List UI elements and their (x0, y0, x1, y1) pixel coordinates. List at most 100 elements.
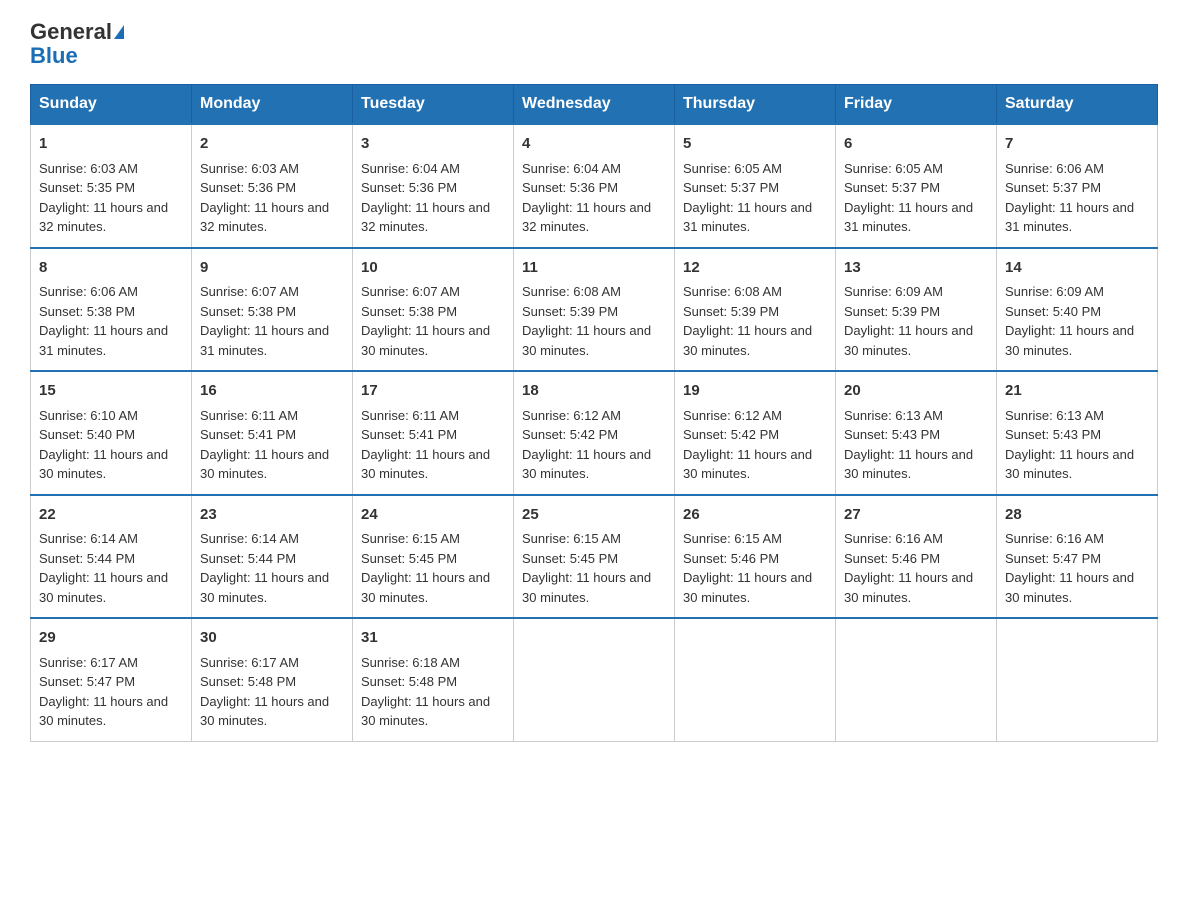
daylight-text: Daylight: 11 hours and 30 minutes. (361, 323, 490, 358)
day-number: 13 (844, 257, 988, 280)
daylight-text: Daylight: 11 hours and 30 minutes. (200, 694, 329, 729)
sunset-text: Sunset: 5:40 PM (39, 427, 135, 442)
day-cell-15: 15 Sunrise: 6:10 AM Sunset: 5:40 PM Dayl… (31, 371, 192, 495)
sunset-text: Sunset: 5:45 PM (522, 551, 618, 566)
weekday-header-friday: Friday (836, 85, 997, 125)
sunrise-text: Sunrise: 6:04 AM (522, 161, 621, 176)
day-cell-18: 18 Sunrise: 6:12 AM Sunset: 5:42 PM Dayl… (514, 371, 675, 495)
day-cell-5: 5 Sunrise: 6:05 AM Sunset: 5:37 PM Dayli… (675, 124, 836, 248)
day-number: 15 (39, 380, 183, 403)
sunrise-text: Sunrise: 6:17 AM (200, 655, 299, 670)
sunrise-text: Sunrise: 6:08 AM (683, 284, 782, 299)
week-row-1: 1 Sunrise: 6:03 AM Sunset: 5:35 PM Dayli… (31, 124, 1158, 248)
day-number: 6 (844, 133, 988, 156)
day-cell-17: 17 Sunrise: 6:11 AM Sunset: 5:41 PM Dayl… (353, 371, 514, 495)
sunrise-text: Sunrise: 6:14 AM (200, 531, 299, 546)
day-number: 25 (522, 504, 666, 527)
sunrise-text: Sunrise: 6:15 AM (522, 531, 621, 546)
empty-cell (836, 618, 997, 741)
daylight-text: Daylight: 11 hours and 30 minutes. (1005, 570, 1134, 605)
sunrise-text: Sunrise: 6:08 AM (522, 284, 621, 299)
day-cell-22: 22 Sunrise: 6:14 AM Sunset: 5:44 PM Dayl… (31, 495, 192, 619)
sunrise-text: Sunrise: 6:17 AM (39, 655, 138, 670)
sunset-text: Sunset: 5:38 PM (39, 304, 135, 319)
daylight-text: Daylight: 11 hours and 30 minutes. (361, 447, 490, 482)
empty-cell (997, 618, 1158, 741)
weekday-header-sunday: Sunday (31, 85, 192, 125)
sunrise-text: Sunrise: 6:14 AM (39, 531, 138, 546)
day-number: 9 (200, 257, 344, 280)
day-cell-14: 14 Sunrise: 6:09 AM Sunset: 5:40 PM Dayl… (997, 248, 1158, 372)
day-cell-31: 31 Sunrise: 6:18 AM Sunset: 5:48 PM Dayl… (353, 618, 514, 741)
weekday-header-thursday: Thursday (675, 85, 836, 125)
weekday-header-tuesday: Tuesday (353, 85, 514, 125)
sunset-text: Sunset: 5:37 PM (683, 180, 779, 195)
day-cell-4: 4 Sunrise: 6:04 AM Sunset: 5:36 PM Dayli… (514, 124, 675, 248)
sunset-text: Sunset: 5:45 PM (361, 551, 457, 566)
day-cell-24: 24 Sunrise: 6:15 AM Sunset: 5:45 PM Dayl… (353, 495, 514, 619)
sunrise-text: Sunrise: 6:07 AM (361, 284, 460, 299)
day-number: 2 (200, 133, 344, 156)
daylight-text: Daylight: 11 hours and 31 minutes. (1005, 200, 1134, 235)
sunset-text: Sunset: 5:39 PM (683, 304, 779, 319)
sunset-text: Sunset: 5:46 PM (683, 551, 779, 566)
sunrise-text: Sunrise: 6:06 AM (39, 284, 138, 299)
daylight-text: Daylight: 11 hours and 31 minutes. (683, 200, 812, 235)
daylight-text: Daylight: 11 hours and 30 minutes. (522, 570, 651, 605)
day-cell-29: 29 Sunrise: 6:17 AM Sunset: 5:47 PM Dayl… (31, 618, 192, 741)
daylight-text: Daylight: 11 hours and 30 minutes. (200, 447, 329, 482)
sunset-text: Sunset: 5:43 PM (1005, 427, 1101, 442)
day-cell-30: 30 Sunrise: 6:17 AM Sunset: 5:48 PM Dayl… (192, 618, 353, 741)
sunset-text: Sunset: 5:37 PM (1005, 180, 1101, 195)
day-number: 27 (844, 504, 988, 527)
day-number: 12 (683, 257, 827, 280)
sunrise-text: Sunrise: 6:16 AM (1005, 531, 1104, 546)
day-number: 31 (361, 627, 505, 650)
calendar-table: SundayMondayTuesdayWednesdayThursdayFrid… (30, 84, 1158, 742)
sunset-text: Sunset: 5:41 PM (361, 427, 457, 442)
logo-general-text: General (30, 20, 112, 44)
page-header: General Blue (30, 20, 1158, 68)
sunrise-text: Sunrise: 6:03 AM (200, 161, 299, 176)
logo: General Blue (30, 20, 124, 68)
day-number: 23 (200, 504, 344, 527)
daylight-text: Daylight: 11 hours and 32 minutes. (361, 200, 490, 235)
daylight-text: Daylight: 11 hours and 30 minutes. (39, 447, 168, 482)
day-number: 11 (522, 257, 666, 280)
daylight-text: Daylight: 11 hours and 30 minutes. (1005, 447, 1134, 482)
sunset-text: Sunset: 5:47 PM (1005, 551, 1101, 566)
day-number: 10 (361, 257, 505, 280)
daylight-text: Daylight: 11 hours and 30 minutes. (39, 694, 168, 729)
sunrise-text: Sunrise: 6:05 AM (683, 161, 782, 176)
day-number: 24 (361, 504, 505, 527)
week-row-2: 8 Sunrise: 6:06 AM Sunset: 5:38 PM Dayli… (31, 248, 1158, 372)
sunset-text: Sunset: 5:44 PM (39, 551, 135, 566)
day-cell-21: 21 Sunrise: 6:13 AM Sunset: 5:43 PM Dayl… (997, 371, 1158, 495)
day-cell-11: 11 Sunrise: 6:08 AM Sunset: 5:39 PM Dayl… (514, 248, 675, 372)
sunrise-text: Sunrise: 6:11 AM (361, 408, 459, 423)
daylight-text: Daylight: 11 hours and 31 minutes. (200, 323, 329, 358)
day-cell-2: 2 Sunrise: 6:03 AM Sunset: 5:36 PM Dayli… (192, 124, 353, 248)
sunset-text: Sunset: 5:43 PM (844, 427, 940, 442)
sunset-text: Sunset: 5:48 PM (200, 674, 296, 689)
sunrise-text: Sunrise: 6:05 AM (844, 161, 943, 176)
sunrise-text: Sunrise: 6:03 AM (39, 161, 138, 176)
daylight-text: Daylight: 11 hours and 30 minutes. (1005, 323, 1134, 358)
sunset-text: Sunset: 5:35 PM (39, 180, 135, 195)
daylight-text: Daylight: 11 hours and 30 minutes. (522, 447, 651, 482)
sunset-text: Sunset: 5:41 PM (200, 427, 296, 442)
sunset-text: Sunset: 5:39 PM (522, 304, 618, 319)
sunset-text: Sunset: 5:38 PM (200, 304, 296, 319)
sunrise-text: Sunrise: 6:07 AM (200, 284, 299, 299)
daylight-text: Daylight: 11 hours and 30 minutes. (683, 570, 812, 605)
sunrise-text: Sunrise: 6:11 AM (200, 408, 298, 423)
day-cell-20: 20 Sunrise: 6:13 AM Sunset: 5:43 PM Dayl… (836, 371, 997, 495)
sunset-text: Sunset: 5:46 PM (844, 551, 940, 566)
day-cell-9: 9 Sunrise: 6:07 AM Sunset: 5:38 PM Dayli… (192, 248, 353, 372)
day-number: 28 (1005, 504, 1149, 527)
sunset-text: Sunset: 5:47 PM (39, 674, 135, 689)
week-row-5: 29 Sunrise: 6:17 AM Sunset: 5:47 PM Dayl… (31, 618, 1158, 741)
sunset-text: Sunset: 5:36 PM (522, 180, 618, 195)
sunset-text: Sunset: 5:44 PM (200, 551, 296, 566)
day-number: 4 (522, 133, 666, 156)
